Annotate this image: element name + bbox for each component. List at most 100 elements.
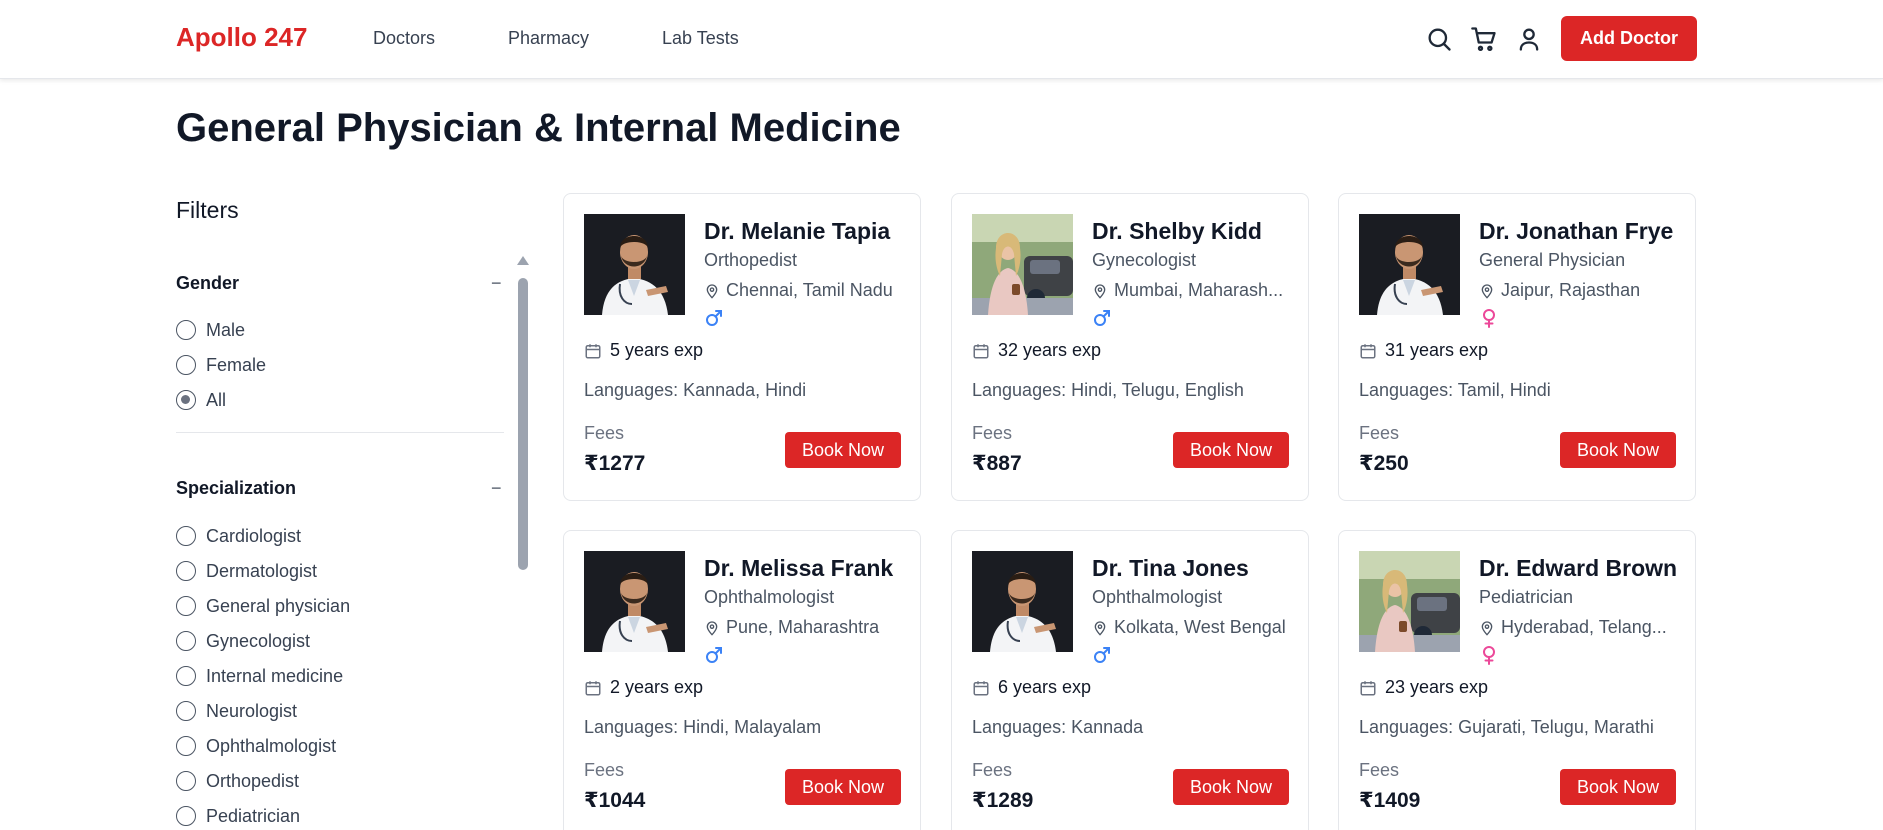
spec-option[interactable]: Cardiologist [176,524,301,548]
experience-text: 2 years exp [610,677,704,697]
doctor-card[interactable]: Dr. Edward Brown Pediatrician Hyderabad, T… [1338,530,1696,830]
doctor-card[interactable]: Dr. Melanie Tapia Orthopedist Chennai, Tam… [563,193,921,501]
spec-option[interactable]: Internal medicine [176,664,343,688]
fees-label: Fees [584,423,625,443]
gender-option-female[interactable]: Female [176,353,266,377]
spec-option[interactable]: General physician [176,594,350,618]
logo[interactable]: Apollo 247 [176,22,307,53]
book-now-button[interactable]: Book Now [785,769,901,805]
scrollbar-thumb[interactable] [518,278,528,570]
doctor-experience: 6 years exp [972,677,1091,698]
gender-collapse-toggle[interactable]: − [491,273,502,294]
user-icon[interactable] [1515,25,1543,53]
fees-value: ₹1409 [1359,789,1421,812]
gender-option-male[interactable]: Male [176,318,245,342]
radio-button[interactable] [176,771,196,791]
spec-option[interactable]: Pediatrician [176,804,300,828]
doctor-photo [584,214,685,315]
gender-filter-title: Gender [176,273,240,293]
spec-option[interactable]: Dermatologist [176,559,317,583]
fees-value: ₹1277 [584,452,646,475]
fees-label: Fees [584,760,625,780]
spec-option[interactable]: Neurologist [176,699,297,723]
radio-button-checked[interactable] [176,390,196,410]
radio-button[interactable] [176,355,196,375]
doctor-card[interactable]: Dr. Shelby Kidd Gynecologist Mumbai, Mahar… [951,193,1309,501]
doctor-photo [972,214,1073,315]
radio-button[interactable] [176,561,196,581]
option-label: Internal medicine [206,665,344,686]
radio-button[interactable] [176,806,196,826]
experience-text: 31 years exp [1385,340,1489,360]
doctor-photo [972,551,1073,652]
nav-pharmacy[interactable]: Pharmacy [508,28,589,49]
book-now-button[interactable]: Book Now [1173,769,1289,805]
doctor-card[interactable]: Dr. Melissa Frank Ophthalmologist Pune, Ma… [563,530,921,830]
book-now-button[interactable]: Book Now [1560,769,1676,805]
experience-text: 5 years exp [610,340,704,360]
option-label: All [206,389,227,410]
option-label: Neurologist [206,700,298,721]
location-text: Mumbai, Maharash... [1114,280,1284,300]
doctor-name[interactable]: Dr. Tina Jones [1092,555,1249,582]
doctor-card[interactable]: Dr. Tina Jones Ophthalmologist Kolkata, We… [951,530,1309,830]
doctor-photo [1359,214,1460,315]
location-pin-icon [704,283,726,299]
experience-text: 23 years exp [1385,677,1489,697]
specialization-collapse-toggle[interactable]: − [491,478,502,499]
spec-option[interactable]: Orthopedist [176,769,299,793]
fees-value: ₹1044 [584,789,646,812]
doctor-photo [584,551,685,652]
fees-value: ₹1289 [972,789,1034,812]
filters-title: Filters [176,197,239,223]
doctor-specialty: General Physician [1479,250,1626,270]
spec-option[interactable]: Ophthalmologist [176,734,336,758]
sidebar-scrollbar[interactable] [515,256,531,830]
doctor-location: Chennai, Tamil Nadu [704,280,893,301]
radio-button[interactable] [176,526,196,546]
doctor-languages: Languages: Gujarati, Telugu, Marathi [1359,717,1654,737]
doctor-name[interactable]: Dr. Shelby Kidd [1092,218,1262,245]
doctor-experience: 5 years exp [584,340,703,361]
doctor-specialty: Gynecologist [1092,250,1197,270]
doctor-languages: Languages: Hindi, Malayalam [584,717,822,737]
book-now-button[interactable]: Book Now [785,432,901,468]
option-label: Orthopedist [206,770,300,791]
book-now-button[interactable]: Book Now [1560,432,1676,468]
radio-button[interactable] [176,596,196,616]
radio-button[interactable] [176,701,196,721]
doctor-name[interactable]: Dr. Melanie Tapia [704,218,890,245]
specialization-filter-title: Specialization [176,478,297,498]
doctor-languages: Languages: Hindi, Telugu, English [972,380,1244,400]
radio-button[interactable] [176,320,196,340]
doctor-card[interactable]: Dr. Jonathan Frye General Physician Jaipur… [1338,193,1696,501]
calendar-icon [1359,679,1385,697]
calendar-icon [972,342,998,360]
book-now-button[interactable]: Book Now [1173,432,1289,468]
gender-option-all[interactable]: All [176,388,226,412]
spec-option[interactable]: Gynecologist [176,629,310,653]
doctor-experience: 23 years exp [1359,677,1488,698]
female-symbol-icon [1479,645,1499,665]
scroll-up-arrow-icon[interactable] [517,256,529,265]
cart-icon[interactable] [1470,25,1498,53]
fees-value: ₹887 [972,452,1022,475]
add-doctor-button[interactable]: Add Doctor [1561,16,1697,61]
radio-button[interactable] [176,736,196,756]
search-icon[interactable] [1425,25,1453,53]
doctor-location: Kolkata, West Bengal [1092,617,1286,638]
radio-button[interactable] [176,631,196,651]
location-pin-icon [1092,620,1114,636]
doctor-specialty: Pediatrician [1479,587,1574,607]
doctor-location: Hyderabad, Telang... [1479,617,1667,638]
location-pin-icon [1479,620,1501,636]
location-pin-icon [1092,283,1114,299]
doctor-name[interactable]: Dr. Jonathan Frye [1479,218,1673,245]
nav-lab-tests[interactable]: Lab Tests [662,28,739,49]
doctor-specialty: Orthopedist [704,250,798,270]
radio-button[interactable] [176,666,196,686]
doctor-name[interactable]: Dr. Edward Brown [1479,555,1677,582]
option-label: Male [206,319,246,340]
nav-doctors[interactable]: Doctors [373,28,435,49]
doctor-name[interactable]: Dr. Melissa Frank [704,555,893,582]
